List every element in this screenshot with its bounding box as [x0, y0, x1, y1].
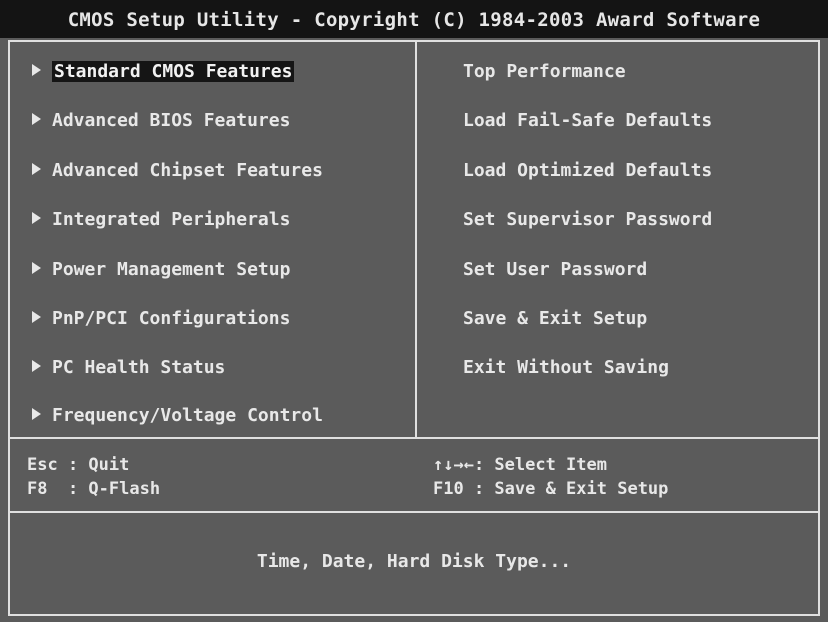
menu-item-pnp-pci-configurations[interactable]: PnP/PCI Configurations [32, 305, 290, 333]
hint-divider [8, 511, 820, 513]
menu-item-label: Integrated Peripherals [52, 209, 291, 230]
menu-item-integrated-peripherals[interactable]: Integrated Peripherals [32, 206, 290, 234]
menu-item-set-supervisor-password[interactable]: Set Supervisor Password [463, 206, 712, 234]
menu-item-pc-health-status[interactable]: PC Health Status [32, 354, 225, 382]
menu-item-top-performance[interactable]: Top Performance [463, 58, 626, 86]
hint-esc-quit: Esc : Quit [27, 455, 130, 475]
title-bar: CMOS Setup Utility - Copyright (C) 1984-… [0, 0, 828, 38]
menu-item-frequency-voltage-control[interactable]: Frequency/Voltage Control [32, 402, 323, 430]
menu-item-power-management-setup[interactable]: Power Management Setup [32, 256, 290, 284]
triangle-right-icon [32, 408, 41, 420]
menu-item-save-exit-setup[interactable]: Save & Exit Setup [463, 305, 647, 333]
menu-item-label: Power Management Setup [52, 259, 291, 280]
menu-item-label: Frequency/Voltage Control [52, 405, 323, 426]
menu-item-label: Standard CMOS Features [52, 61, 295, 82]
menu-item-advanced-chipset-features[interactable]: Advanced Chipset Features [32, 157, 323, 185]
menu-item-label: Advanced Chipset Features [52, 160, 323, 181]
column-divider [415, 40, 417, 438]
menu-item-advanced-bios-features[interactable]: Advanced BIOS Features [32, 107, 290, 135]
triangle-right-icon [32, 262, 41, 274]
triangle-right-icon [32, 212, 41, 224]
menu-item-exit-without-saving[interactable]: Exit Without Saving [463, 354, 669, 382]
menu-item-load-fail-safe-defaults[interactable]: Load Fail-Safe Defaults [463, 107, 712, 135]
triangle-right-icon [32, 163, 41, 175]
menu-item-label: PnP/PCI Configurations [52, 308, 291, 329]
triangle-right-icon [32, 311, 41, 323]
menu-item-load-optimized-defaults[interactable]: Load Optimized Defaults [463, 157, 712, 185]
item-description: Time, Date, Hard Disk Type... [256, 551, 572, 572]
triangle-right-icon [32, 64, 41, 76]
hint-f8-qflash: F8 : Q-Flash [27, 479, 161, 499]
hint-f10-save-exit: F10 : Save & Exit Setup [433, 479, 669, 499]
hint-select-item: ↑↓→←: Select Item [433, 455, 607, 475]
triangle-right-icon [32, 113, 41, 125]
menu-item-label: PC Health Status [52, 357, 226, 378]
menu-divider [8, 437, 820, 439]
menu-item-standard-cmos-features[interactable]: Standard CMOS Features [32, 58, 295, 86]
menu-item-label: Advanced BIOS Features [52, 110, 291, 131]
menu-item-set-user-password[interactable]: Set User Password [463, 256, 647, 284]
triangle-right-icon [32, 360, 41, 372]
bios-screen: CMOS Setup Utility - Copyright (C) 1984-… [0, 0, 828, 622]
